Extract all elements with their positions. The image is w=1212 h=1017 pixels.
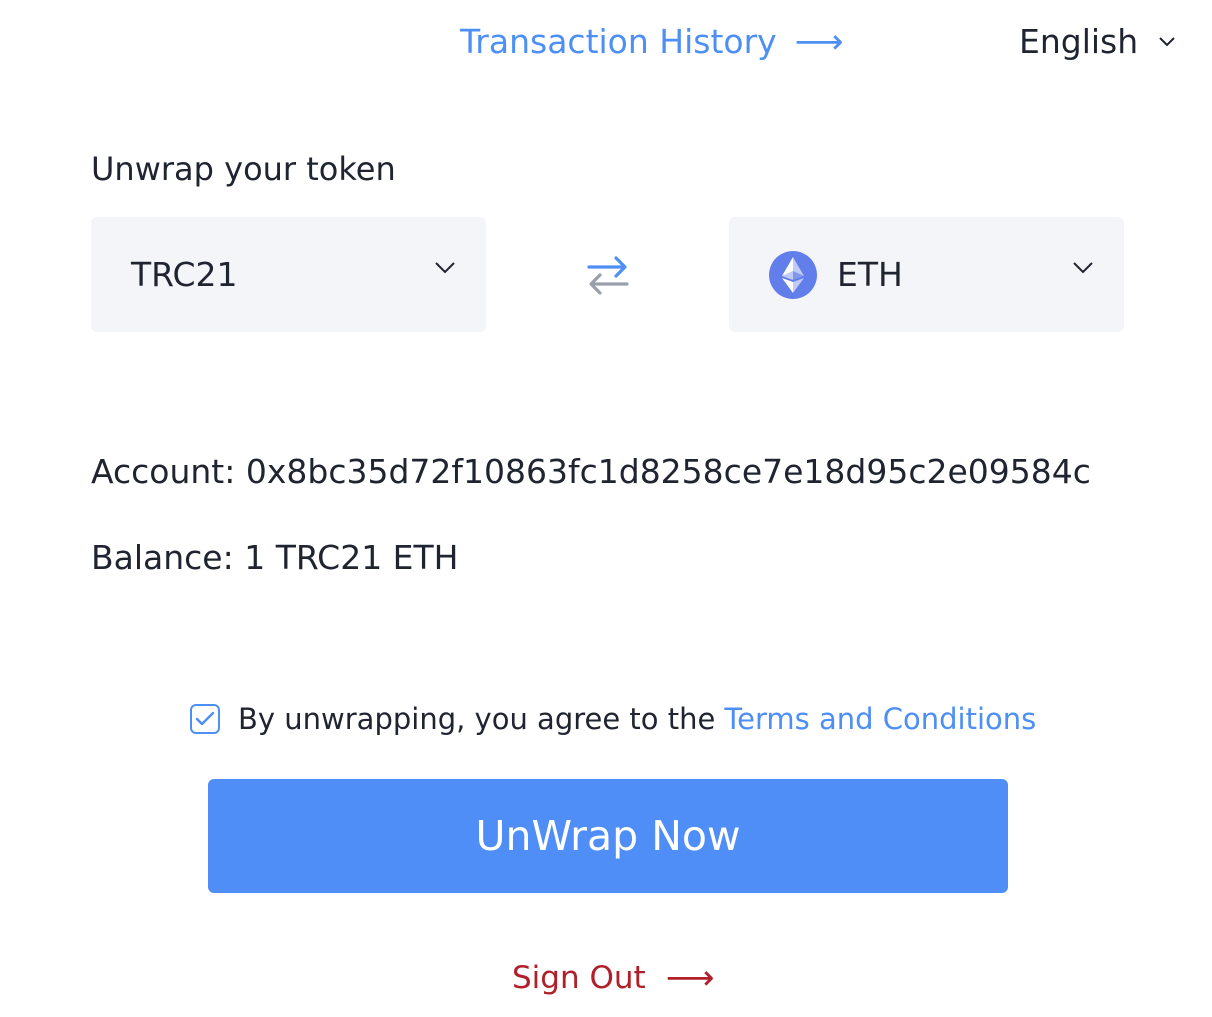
from-token-label: TRC21 [131,255,238,294]
terms-link[interactable]: Terms and Conditions [724,702,1036,736]
sign-out-link[interactable]: Sign Out ⟶ [512,960,714,996]
chevron-down-icon [1159,36,1175,46]
arrow-right-icon: ⟶ [665,958,715,998]
language-selector[interactable]: English [1019,22,1176,61]
sign-out-label: Sign Out [512,960,646,996]
transaction-history-link[interactable]: Transaction History ⟶ [460,22,843,61]
to-token-label: ETH [837,255,903,294]
account-address: Account: 0x8bc35d72f10863fc1d8258ce7e18d… [91,452,1091,491]
transaction-history-label: Transaction History [460,22,777,61]
ethereum-icon [769,250,817,299]
agreement-text: By unwrapping, you agree to the [238,702,716,736]
chevron-down-icon [435,262,455,274]
language-label: English [1019,22,1139,61]
from-token-select[interactable]: TRC21 [91,217,486,332]
to-token-select[interactable]: ETH [729,217,1124,332]
swap-arrows-icon [587,256,629,295]
arrow-right-icon: ⟶ [794,21,844,62]
page-title: Unwrap your token [91,150,396,188]
swap-direction-button[interactable] [586,254,630,302]
terms-agreement: By unwrapping, you agree to the Terms an… [190,702,1036,736]
unwrap-now-button[interactable]: UnWrap Now [208,779,1008,893]
checkmark-icon [195,711,215,726]
chevron-down-icon [1073,262,1093,274]
account-balance: Balance: 1 TRC21 ETH [91,538,459,577]
terms-checkbox[interactable] [190,704,220,734]
